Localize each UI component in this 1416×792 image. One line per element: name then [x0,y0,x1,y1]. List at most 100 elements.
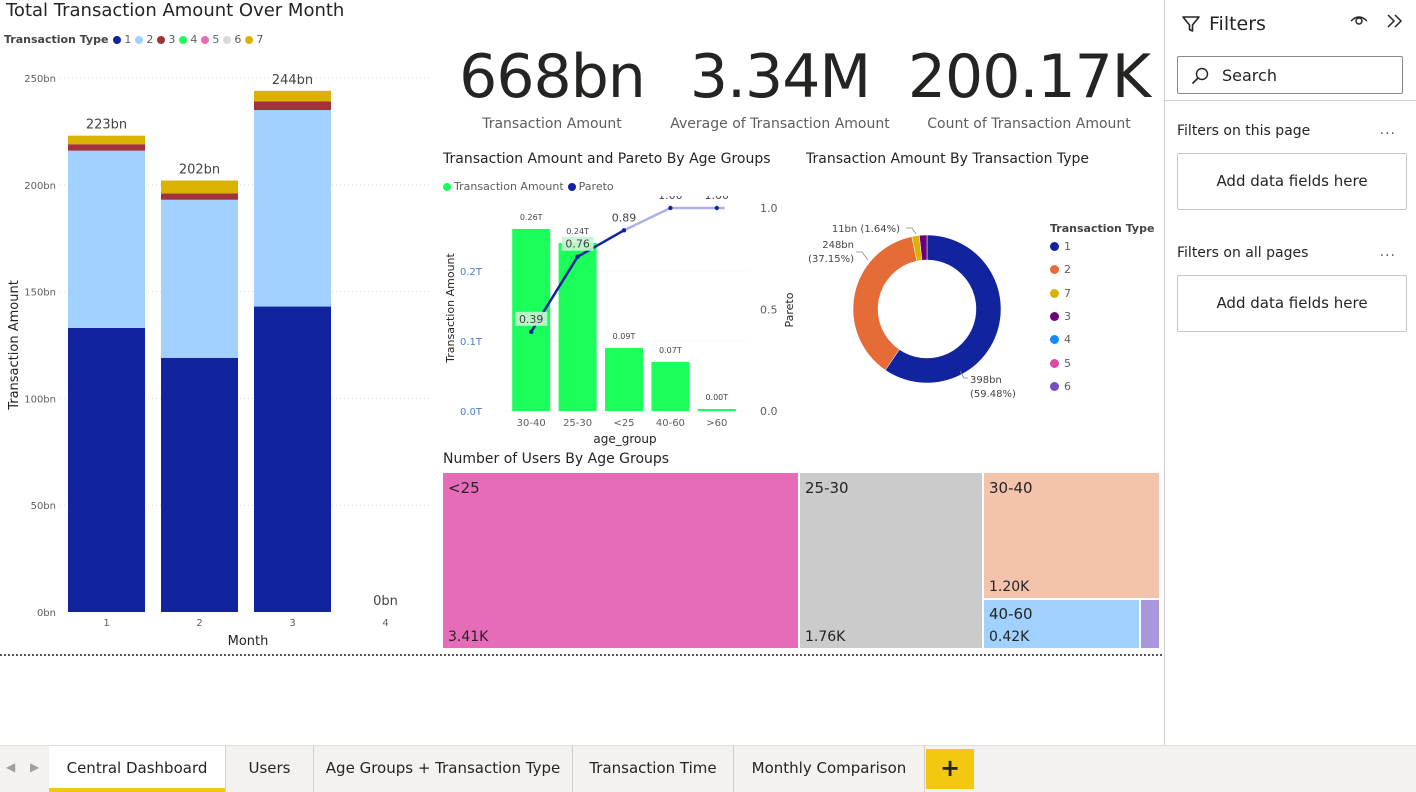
y-tick-label: 200bn [24,181,56,192]
treemap-tile-label: 25-30 [805,479,849,497]
donut-legend-label: 3 [1064,309,1071,323]
legend-dot-icon [157,35,166,44]
pareto-data-label: 0.89 [612,211,637,224]
kpi-average-label: Average of Transaction Amount [670,116,890,132]
filters-all-drop-zone[interactable]: Add data fields here [1177,275,1407,332]
leader-line [906,227,917,235]
report-canvas: Total Transaction Amount Over Month Tran… [0,0,1164,745]
treemap-tile-value: 3.41K [448,629,489,645]
treemap-tile-40-60[interactable]: 40-60 0.42K [983,599,1140,649]
tab-central-dashboard[interactable]: Central Dashboard [49,746,226,792]
pareto-chart-title: Transaction Amount and Pareto By Age Gro… [443,151,771,167]
x-tick-label: 4 [382,618,388,629]
treemap-tile-25-30[interactable]: 25-30 1.76K [799,472,983,649]
month-legend-item[interactable]: 2 [135,33,153,46]
tab-age-groups-transaction-type[interactable]: Age Groups + Transaction Type [314,746,573,792]
month-legend-label: 5 [212,33,220,46]
tab-users[interactable]: Users [226,746,314,792]
bar-data-label: 0.09T [613,332,636,341]
y-tick-label: 50bn [31,501,56,512]
kpi-count-value: 200.17K [907,42,1151,112]
collapse-pane-icon[interactable] [1385,12,1405,30]
legend-dot-icon [113,35,122,44]
month-legend-item[interactable]: 7 [245,33,263,46]
treemap-tile-label: 40-60 [989,605,1033,623]
pareto-bar [651,362,690,411]
donut-legend-item[interactable]: 2 [1050,263,1071,276]
pareto-bar [697,409,736,411]
y-right-tick-label: 0.0 [760,405,778,418]
bar-total-label: 202bn [179,163,220,178]
legend-dot-icon [201,35,210,44]
donut-legend-item[interactable]: 4 [1050,333,1071,346]
bar-total-label: 0bn [373,594,398,609]
bar-segment-type-2 [68,150,145,328]
month-chart-title: Total Transaction Amount Over Month [6,0,345,21]
add-page-button[interactable]: + [926,749,974,789]
treemap-tile-value: 1.76K [805,629,846,645]
eye-icon[interactable] [1349,12,1369,28]
treemap-tile-over-60[interactable] [1140,599,1160,649]
kpi-count-label: Count of Transaction Amount [927,116,1131,132]
treemap-tile-under-25[interactable]: <25 3.41K [442,472,799,649]
y-tick-label: 150bn [24,288,56,299]
tab-scroll-right-icon[interactable]: ▶ [30,760,39,774]
bar-segment-type-3 [161,193,238,200]
pareto-legend-label-amount: Transaction Amount [454,180,564,193]
donut-legend-label: 5 [1064,356,1071,370]
x-tick-label: 2 [196,618,202,629]
bar-total-label: 223bn [86,118,127,133]
month-chart-legend: Transaction Type 1 2 3 4 5 6 7 [4,33,267,46]
donut-legend-item[interactable]: 3 [1050,310,1071,323]
month-legend-label: 4 [190,33,198,46]
y-left-axis-title: Transaction Amount [444,252,457,363]
bar-segment-type-1 [68,327,145,612]
legend-dot-icon [245,35,254,44]
tab-monthly-comparison[interactable]: Monthly Comparison [734,746,925,792]
donut-legend-item[interactable]: 5 [1050,357,1071,370]
canvas-divider [0,654,1162,656]
y-left-tick-label: 0.2T [460,267,483,278]
filters-on-page-heading: Filters on this page [1177,123,1311,139]
treemap-tile-30-40[interactable]: 30-40 1.20K [983,472,1160,599]
pareto-point [575,254,580,259]
x-tick-label: 3 [289,618,295,629]
donut-label-type-7: 11bn (1.64%) [832,224,900,235]
bar-total-label: 244bn [272,73,313,88]
tab-transaction-time[interactable]: Transaction Time [573,746,734,792]
pareto-point [714,205,719,211]
legend-dot-icon [567,182,576,191]
donut-legend-item[interactable]: 6 [1050,380,1071,393]
bar-segment-type-3 [68,144,145,151]
kpi-average-value: 3.34M [689,42,871,112]
filters-page-drop-zone[interactable]: Add data fields here [1177,153,1407,210]
y-axis-title: Transaction Amount [7,280,22,411]
month-legend-item[interactable]: 1 [113,33,131,46]
month-legend-item[interactable]: 4 [179,33,197,46]
donut-legend-item[interactable]: 7 [1050,287,1071,300]
month-legend-item[interactable]: 3 [157,33,175,46]
month-legend-item[interactable]: 5 [201,33,219,46]
pareto-legend-item-pareto[interactable]: Pareto [567,180,614,193]
filters-search-input[interactable]: Search [1177,56,1403,94]
filters-page-more-button[interactable]: ... [1380,122,1396,138]
filters-all-more-button[interactable]: ... [1380,244,1396,260]
donut-legend-item[interactable]: 1 [1050,240,1071,253]
donut-legend-title: Transaction Type [1050,222,1155,235]
month-legend-label: 3 [168,33,176,46]
y-right-axis-title: Pareto [783,292,796,327]
pareto-legend-item-amount[interactable]: Transaction Amount [443,180,564,193]
pareto-chart-legend: Transaction Amount Pareto [443,180,618,193]
donut-chart-title: Transaction Amount By Transaction Type [806,151,1090,167]
x-tick-label: 30-40 [517,418,546,429]
month-legend-item[interactable]: 6 [223,33,241,46]
y-tick-label: 250bn [24,74,56,85]
kpi-transaction-amount-label: Transaction Amount [482,116,622,132]
x-axis-title: age_group [593,432,656,446]
treemap-tile-label: 30-40 [989,479,1033,497]
y-left-tick-label: 0.0T [460,407,483,418]
donut-legend-label: 7 [1064,286,1071,300]
legend-dot-icon [1050,288,1059,298]
tab-scroll-left-icon[interactable]: ◀ [6,760,15,774]
x-tick-label: 25-30 [563,418,592,429]
